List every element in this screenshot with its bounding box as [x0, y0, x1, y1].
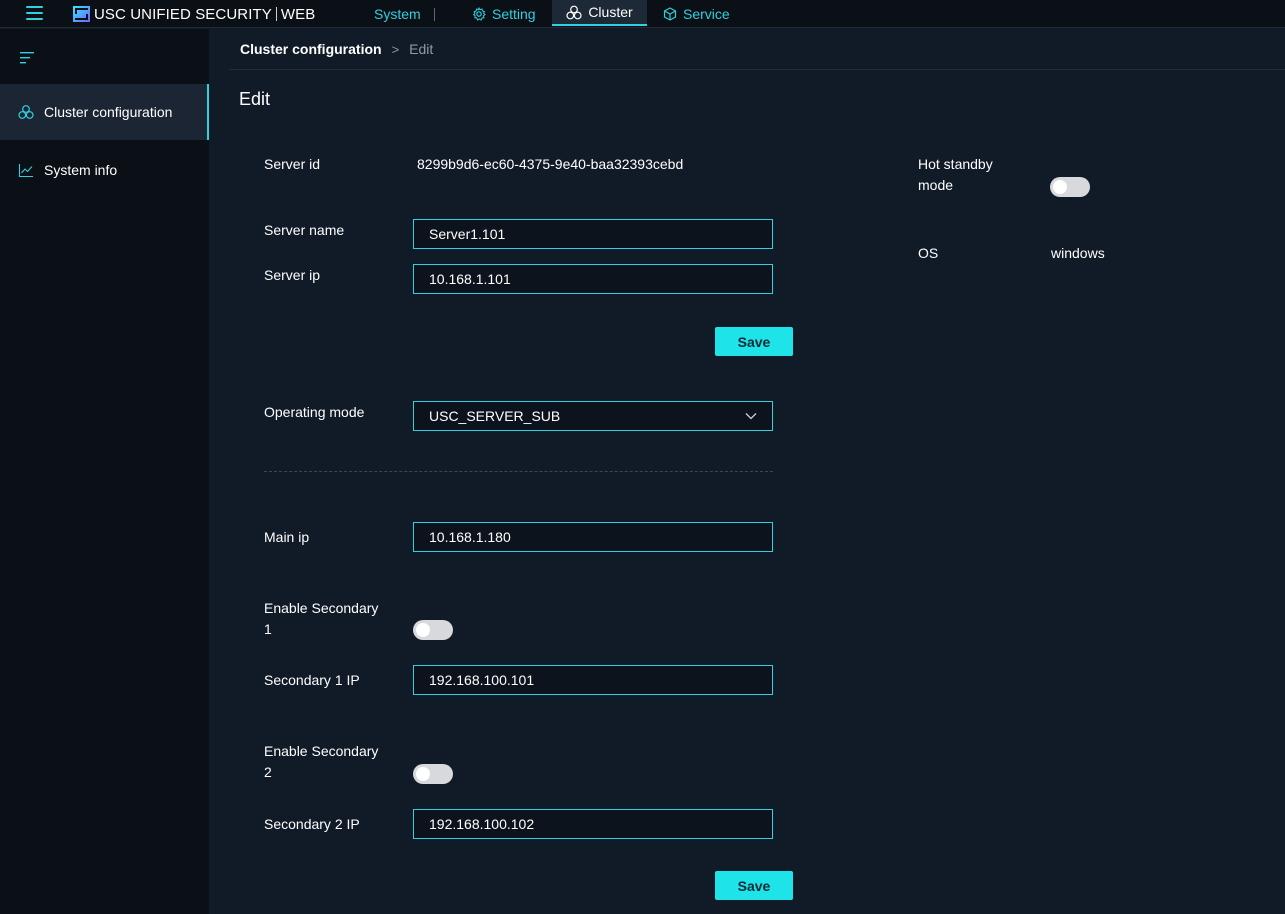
- enable-secondary-2-label: Enable Secondary 2: [264, 741, 378, 783]
- breadcrumb: Cluster configuration > Edit: [240, 41, 433, 57]
- hot-standby-toggle[interactable]: [1050, 177, 1090, 197]
- main-ip-label: Main ip: [264, 529, 310, 545]
- enable-secondary-2-label-line2: 2: [264, 764, 272, 780]
- save-button-bottom[interactable]: Save: [715, 871, 793, 900]
- nav-service-label: Service: [683, 5, 730, 22]
- breadcrumb-current: Edit: [409, 41, 434, 57]
- nav-cluster-label: Cluster: [588, 4, 633, 20]
- app-logo: USC UNIFIED SECURITY WEB: [73, 5, 316, 23]
- logo-divider: [275, 7, 277, 21]
- os-value: windows: [1051, 245, 1105, 261]
- breadcrumb-parent[interactable]: Cluster configuration: [240, 41, 382, 57]
- secondary-1-ip-label: Secondary 1 IP: [264, 672, 360, 688]
- server-id-value: 8299b9d6-ec60-4375-9e40-baa32393cebd: [417, 156, 684, 172]
- sidebar-item-label: System info: [44, 162, 118, 178]
- logo-mark-icon: [73, 6, 90, 22]
- operating-mode-label: Operating mode: [264, 404, 365, 420]
- sidebar-item-cluster-configuration[interactable]: Cluster configuration: [0, 84, 209, 140]
- secondary-1-ip-input[interactable]: 192.168.100.101: [413, 665, 773, 695]
- operating-mode-select[interactable]: USC_SERVER_SUB: [413, 401, 773, 431]
- secondary-2-ip-input[interactable]: 192.168.100.102: [413, 809, 773, 839]
- save-button[interactable]: Save: [715, 327, 793, 356]
- secondary-2-ip-label: Secondary 2 IP: [264, 816, 360, 832]
- enable-secondary-1-label-line2: 1: [264, 621, 272, 637]
- nav-setting-label: Setting: [492, 5, 536, 22]
- cube-icon: [663, 6, 677, 21]
- nav-service[interactable]: Service: [663, 0, 730, 27]
- nav-setting[interactable]: Setting: [472, 0, 536, 27]
- logo-suffix: WEB: [280, 5, 316, 23]
- operating-mode-value: USC_SERVER_SUB: [429, 408, 561, 424]
- page-title: Edit: [239, 89, 271, 109]
- os-label: OS: [918, 245, 939, 261]
- sidebar-item-system-info[interactable]: System info: [0, 142, 209, 198]
- cluster-icon: [566, 5, 582, 19]
- hot-standby-label: Hot standby mode: [918, 154, 993, 196]
- server-name-input[interactable]: Server1.101: [413, 219, 773, 249]
- enable-secondary-1-toggle[interactable]: [413, 620, 453, 640]
- section-divider: [264, 471, 773, 472]
- server-name-label: Server name: [264, 222, 345, 238]
- sidebar-item-label: Cluster configuration: [44, 104, 173, 120]
- top-bar: USC UNIFIED SECURITY WEB System Setting …: [0, 0, 1285, 28]
- line-chart-icon: [18, 164, 33, 178]
- server-ip-label: Server ip: [264, 267, 321, 283]
- main-ip-input[interactable]: 10.168.1.180: [413, 522, 773, 552]
- cluster-icon: [18, 105, 34, 119]
- breadcrumb-divider: [229, 69, 1285, 70]
- menu-icon[interactable]: [26, 6, 43, 20]
- enable-secondary-2-toggle[interactable]: [413, 764, 453, 784]
- chevron-down-icon: [745, 413, 757, 420]
- hot-standby-label-line1: Hot standby: [918, 156, 993, 172]
- collapse-menu-icon[interactable]: [20, 52, 34, 64]
- server-ip-input[interactable]: 10.168.1.101: [413, 264, 773, 294]
- nav-cluster[interactable]: Cluster: [552, 0, 647, 26]
- breadcrumb-separator: >: [391, 41, 400, 57]
- logo-text: USC UNIFIED SECURITY: [94, 5, 272, 23]
- enable-secondary-1-label: Enable Secondary 1: [264, 598, 378, 640]
- nav-system[interactable]: System: [374, 6, 421, 22]
- sidebar: Cluster configuration System info: [0, 29, 209, 914]
- hot-standby-label-line2: mode: [918, 177, 954, 193]
- server-id-label: Server id: [264, 156, 321, 172]
- enable-secondary-2-label-line1: Enable Secondary: [264, 743, 379, 759]
- gear-icon: [472, 6, 486, 21]
- nav-divider: [434, 8, 435, 21]
- enable-secondary-1-label-line1: Enable Secondary: [264, 600, 379, 616]
